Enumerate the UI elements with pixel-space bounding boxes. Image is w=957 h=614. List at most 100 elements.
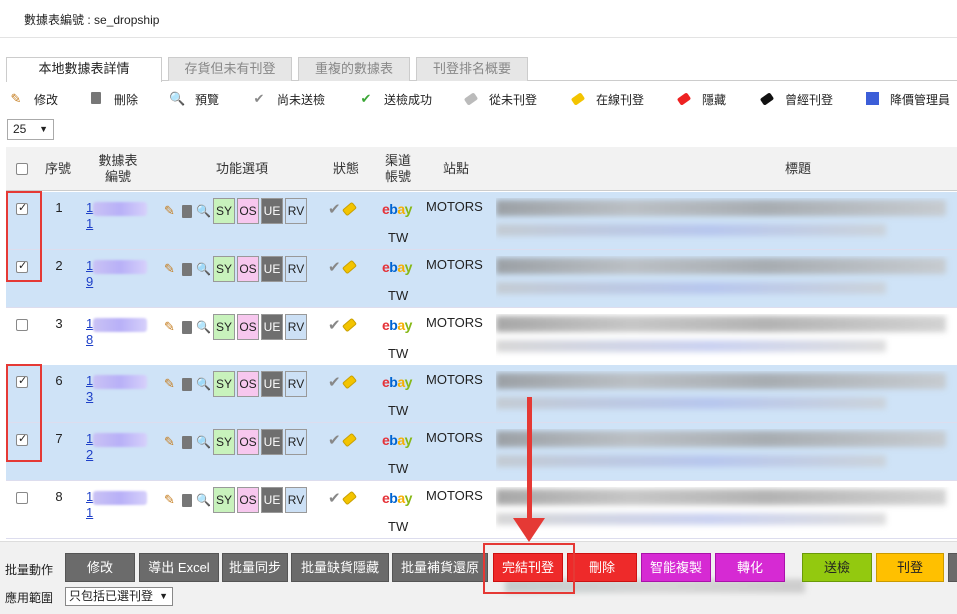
list-button[interactable]: 刊登: [876, 553, 944, 582]
tab-bar: 本地數據表詳情 存貨但未有刊登 重複的數據表 刊登排名概要: [6, 57, 957, 82]
col-channel-line2: 帳號: [384, 169, 411, 184]
batch-edit-button[interactable]: 修改: [65, 553, 135, 582]
row-checkbox-cell: [16, 492, 28, 507]
pencil-icon[interactable]: ✎: [162, 434, 177, 450]
ebay-logo-a: a: [397, 201, 405, 217]
delete-button[interactable]: 刪除: [567, 553, 637, 582]
trash-icon[interactable]: [179, 376, 194, 392]
ue-button[interactable]: UE: [261, 256, 283, 282]
pencil-icon[interactable]: ✎: [162, 376, 177, 392]
tab-local-sheet-details[interactable]: 本地數據表詳情: [6, 57, 162, 82]
rv-button[interactable]: RV: [285, 429, 307, 455]
table-row[interactable]: 2 19 ✎ 🔍 SY OS UE RV ✔ ebay TW MOTORS: [6, 250, 957, 308]
table-row[interactable]: 8 11 ✎ 🔍 SY OS UE RV ✔ ebay TW MOTORS: [6, 481, 957, 539]
magnifier-icon[interactable]: 🔍: [196, 434, 211, 450]
col-channel[interactable]: 渠道 帳號: [378, 147, 418, 191]
col-seq[interactable]: 序號: [40, 147, 76, 191]
os-button[interactable]: OS: [237, 256, 259, 282]
col-sku[interactable]: 數據表 編號: [86, 147, 150, 191]
pencil-icon: ✎: [10, 91, 22, 106]
submit-check-button[interactable]: 送檢: [802, 553, 872, 582]
magnifier-icon[interactable]: 🔍: [196, 376, 211, 392]
col-status[interactable]: 狀態: [326, 147, 366, 191]
row-sku-link[interactable]: 13: [86, 373, 150, 404]
export-excel-button[interactable]: 導出 Excel: [139, 553, 219, 582]
table-row[interactable]: 6 13 ✎ 🔍 SY OS UE RV ✔ ebay TW MOTORS: [6, 365, 957, 423]
row-checkbox[interactable]: [16, 319, 28, 331]
os-button[interactable]: OS: [237, 198, 259, 224]
batch-sync-button[interactable]: 批量同步: [222, 553, 288, 582]
tab-stock-not-listed[interactable]: 存貨但未有刊登: [168, 57, 292, 81]
row-sku-link[interactable]: 18: [86, 316, 150, 347]
col-site[interactable]: 站點: [434, 147, 478, 191]
trash-icon[interactable]: [179, 203, 194, 219]
table-row[interactable]: 3 18 ✎ 🔍 SY OS UE RV ✔ ebay TW MOTORS: [6, 308, 957, 366]
row-function-buttons: ✎ 🔍 SY OS UE RV: [162, 427, 309, 457]
legend-price-manager: 降價管理員: [864, 90, 950, 108]
rv-button[interactable]: RV: [285, 198, 307, 224]
page-size-select[interactable]: 25 ▼: [7, 119, 54, 140]
sy-button[interactable]: SY: [213, 256, 235, 282]
magnifier-icon[interactable]: 🔍: [196, 203, 211, 219]
pencil-icon[interactable]: ✎: [162, 261, 177, 277]
row-status: ✔: [328, 316, 357, 334]
trash-icon[interactable]: [179, 261, 194, 277]
pencil-icon[interactable]: ✎: [162, 492, 177, 508]
batch-out-of-stock-hide-button[interactable]: 批量缺貨隱藏: [291, 553, 389, 582]
table-row[interactable]: 7 12 ✎ 🔍 SY OS UE RV ✔ ebay TW MOTORS: [6, 423, 957, 481]
pencil-icon[interactable]: ✎: [162, 203, 177, 219]
rv-button[interactable]: RV: [285, 487, 307, 513]
sy-button[interactable]: SY: [213, 371, 235, 397]
highlight-box-end-listing: [483, 543, 575, 594]
rv-button[interactable]: RV: [285, 256, 307, 282]
row-checkbox[interactable]: [16, 492, 28, 504]
tab-listing-rank-summary[interactable]: 刊登排名概要: [416, 57, 528, 81]
batch-restock-restore-button[interactable]: 批量補貨還原: [392, 553, 488, 582]
ue-button[interactable]: UE: [261, 371, 283, 397]
ue-button[interactable]: UE: [261, 314, 283, 340]
magnifier-icon: 🔍: [169, 91, 186, 106]
tab-duplicate-sheets[interactable]: 重複的數據表: [298, 57, 410, 81]
select-all-checkbox[interactable]: [16, 163, 28, 175]
magnifier-icon[interactable]: 🔍: [196, 319, 211, 335]
col-sku-line1: 數據表: [98, 153, 138, 168]
rv-button[interactable]: RV: [285, 314, 307, 340]
os-button[interactable]: OS: [237, 371, 259, 397]
ebay-logo: ebay: [382, 317, 412, 333]
row-sku-link[interactable]: 19: [86, 258, 150, 289]
pencil-icon[interactable]: ✎: [162, 319, 177, 335]
legend-not-checked: ✔ 尚未送檢: [251, 90, 325, 108]
smart-copy-button[interactable]: 智能複製: [641, 553, 711, 582]
trash-icon[interactable]: [179, 434, 194, 450]
ue-button[interactable]: UE: [261, 487, 283, 513]
col-title[interactable]: 標題: [766, 147, 830, 191]
ebay-logo-a: a: [397, 259, 405, 275]
ue-button[interactable]: UE: [261, 429, 283, 455]
more-button-partial[interactable]: [948, 553, 957, 582]
row-seq: 2: [55, 258, 63, 273]
sy-button[interactable]: SY: [213, 429, 235, 455]
row-sku-link[interactable]: 12: [86, 431, 150, 462]
ue-button[interactable]: UE: [261, 198, 283, 224]
magnifier-icon[interactable]: 🔍: [196, 492, 211, 508]
trash-icon[interactable]: [179, 319, 194, 335]
os-button[interactable]: OS: [237, 487, 259, 513]
trash-icon[interactable]: [179, 492, 194, 508]
os-button[interactable]: OS: [237, 314, 259, 340]
rv-button[interactable]: RV: [285, 371, 307, 397]
row-channel-account: TW: [388, 346, 409, 361]
ebay-logo: ebay: [382, 201, 412, 217]
row-site: MOTORS: [426, 199, 483, 214]
row-sku-link[interactable]: 11: [86, 200, 150, 231]
sy-button[interactable]: SY: [213, 314, 235, 340]
convert-button[interactable]: 轉化: [715, 553, 785, 582]
row-function-buttons: ✎ 🔍 SY OS UE RV: [162, 196, 309, 226]
sy-button[interactable]: SY: [213, 487, 235, 513]
row-sku-link[interactable]: 11: [86, 489, 150, 520]
table-row[interactable]: 1 11 ✎ 🔍 SY OS UE RV ✔ ebay TW MOTORS: [6, 192, 957, 250]
scope-select[interactable]: 只包括已選刊登 ▼: [65, 587, 173, 606]
sy-button[interactable]: SY: [213, 198, 235, 224]
ebay-logo-a: a: [397, 490, 405, 506]
os-button[interactable]: OS: [237, 429, 259, 455]
magnifier-icon[interactable]: 🔍: [196, 261, 211, 277]
